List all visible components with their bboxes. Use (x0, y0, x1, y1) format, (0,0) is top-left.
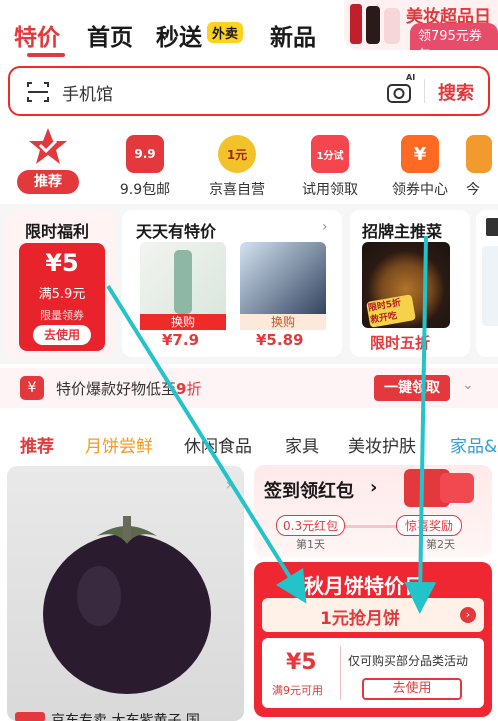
tutorial-arrows (106, 235, 437, 614)
arrow-to-mooncake (106, 284, 307, 604)
page: { "topnav":{"tabs":["特价","首页","秒送","新品"]… (0, 0, 498, 721)
arrow-to-grab (404, 235, 437, 614)
